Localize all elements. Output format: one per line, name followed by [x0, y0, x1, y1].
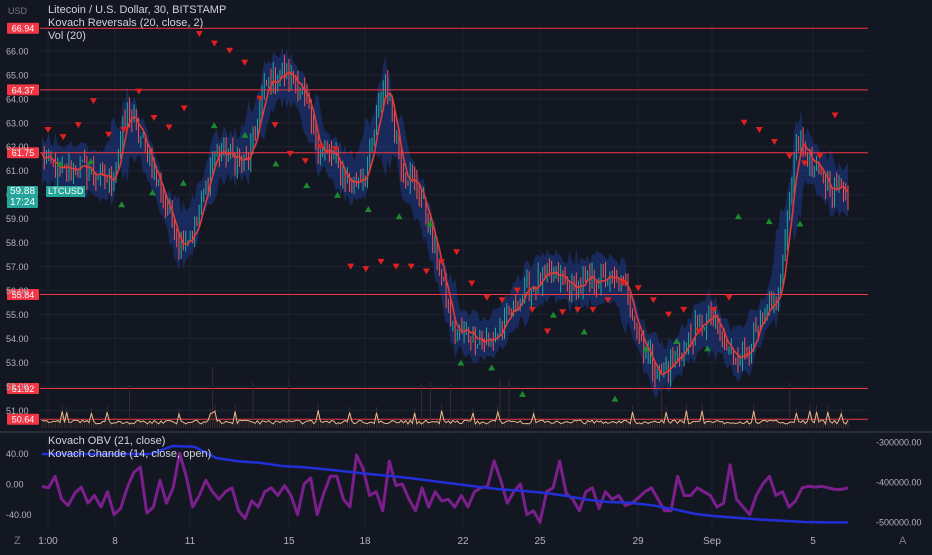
y-tick-label: 51.00 [6, 406, 29, 416]
y-tick-label: 57.00 [6, 262, 29, 272]
buy-marker [272, 160, 280, 167]
lower-legend: Kovach OBV (21, close) Kovach Chande (14… [48, 435, 211, 461]
level-tag-label: 50.64 [12, 415, 35, 425]
y-tick-label: 58.00 [6, 238, 29, 248]
sell-marker [286, 150, 294, 157]
sell-marker [770, 138, 778, 145]
x-axis-ticks: 1:00 8 11 15 18 22 25 29 Sep 5 [38, 536, 816, 547]
buy-marker [611, 395, 619, 402]
y-tick-label: 59.00 [6, 214, 29, 224]
buy-marker [580, 328, 588, 335]
obv-tick-label: -500000.00 [876, 518, 922, 528]
sell-marker [831, 112, 839, 119]
symbol-tag: LTCUSD [46, 186, 86, 197]
x-tick-label: 25 [534, 536, 546, 547]
sell-marker [725, 294, 733, 301]
x-tick-label: 22 [457, 536, 469, 547]
buy-marker [179, 179, 187, 186]
sell-marker [453, 249, 461, 256]
sell-marker [241, 59, 249, 66]
x-tick-label: Sep [703, 536, 721, 547]
sell-marker [59, 134, 67, 141]
y-tick-label: 54.00 [6, 334, 29, 344]
sell-marker [468, 280, 476, 287]
obv-tick-label: -300000.00 [876, 438, 922, 448]
upper-legend: Litecoin / U.S. Dollar, 30, BITSTAMP Kov… [48, 4, 226, 43]
x-tick-label: 15 [283, 536, 295, 547]
lower-y-tick-label: 0.00 [6, 480, 24, 490]
sell-marker [543, 328, 551, 335]
volume-line [41, 409, 849, 426]
x-tick-label: 1:00 [38, 536, 58, 547]
level-tag-label: 66.94 [12, 24, 35, 34]
sell-marker [755, 126, 763, 133]
sell-marker [362, 266, 370, 273]
x-tick-label: 18 [359, 536, 371, 547]
chande-line [41, 451, 849, 524]
buy-marker [118, 201, 126, 208]
y-tick-label: 66.00 [6, 46, 29, 56]
y-tick-label: 65.00 [6, 70, 29, 80]
y-tick-label: 63.00 [6, 118, 29, 128]
indicator-vol-label[interactable]: Vol (20) [48, 30, 226, 43]
y-tick-label: 61.00 [6, 166, 29, 176]
countdown-tag: 17:24 [7, 197, 39, 208]
sell-marker [649, 297, 657, 304]
x-tick-label: 11 [185, 536, 196, 547]
y-tick-label: 62.00 [6, 142, 29, 152]
sell-marker [377, 258, 385, 265]
sell-marker [786, 153, 794, 160]
auto-scale-button[interactable]: A [899, 535, 906, 547]
sell-marker [135, 88, 143, 95]
indicator-obv-label[interactable]: Kovach OBV (21, close) [48, 435, 211, 448]
buy-marker [303, 182, 311, 189]
buy-marker [364, 206, 372, 213]
buy-marker [519, 390, 526, 397]
sell-marker [271, 122, 279, 129]
buy-marker [395, 213, 403, 220]
sell-marker [680, 306, 688, 313]
indicator-chande-label[interactable]: Kovach Chande (14, close, open) [48, 448, 211, 461]
sell-marker [589, 306, 597, 313]
obv-tick-label: -400000.00 [876, 478, 922, 488]
x-tick-label: 5 [810, 536, 816, 547]
y-tick-label: 64.00 [6, 94, 29, 104]
sell-marker [180, 105, 188, 112]
x-tick-label: 29 [632, 536, 644, 547]
y-tick-label: 52.00 [6, 382, 29, 392]
sell-marker [44, 126, 52, 133]
buy-marker [734, 213, 742, 220]
sell-marker [89, 98, 97, 105]
buy-marker [488, 364, 496, 371]
sell-marker [150, 114, 158, 121]
last-price-tag: 59.88 [7, 186, 39, 197]
x-tick-label: 8 [112, 536, 118, 547]
lower-y-tick-label: 40.00 [6, 449, 29, 459]
sell-marker [422, 268, 430, 275]
chart-title: Litecoin / U.S. Dollar, 30, BITSTAMP [48, 4, 227, 16]
sell-marker [165, 124, 173, 131]
sell-marker [301, 158, 309, 165]
chart-canvas[interactable]: 66.9464.3761.7555.8451.9250.64 40.000.00… [0, 0, 932, 550]
indicator-reversals-label[interactable]: Kovach Reversals (20, close, 2) [48, 17, 226, 30]
lower-y-tick-label: -40.00 [6, 510, 32, 520]
chart-root: 66.94 64.37 61.75 55.84 51.92 50.64 40.00 0.00… [0, 0, 932, 550]
y-tick-label: 56.00 [6, 286, 29, 296]
sell-marker [483, 294, 491, 301]
y-tick-label: 55.00 [6, 310, 29, 320]
currency-label: USD [8, 6, 28, 16]
z-button[interactable]: Z [14, 535, 21, 547]
y-tick-label: 53.00 [6, 358, 29, 368]
y-axis-ticks: 51.00 52.00 53.00 54.00 55.00 56.00 57.00 58.00… [6, 46, 29, 416]
sell-marker [574, 306, 582, 313]
sell-marker [74, 122, 82, 129]
